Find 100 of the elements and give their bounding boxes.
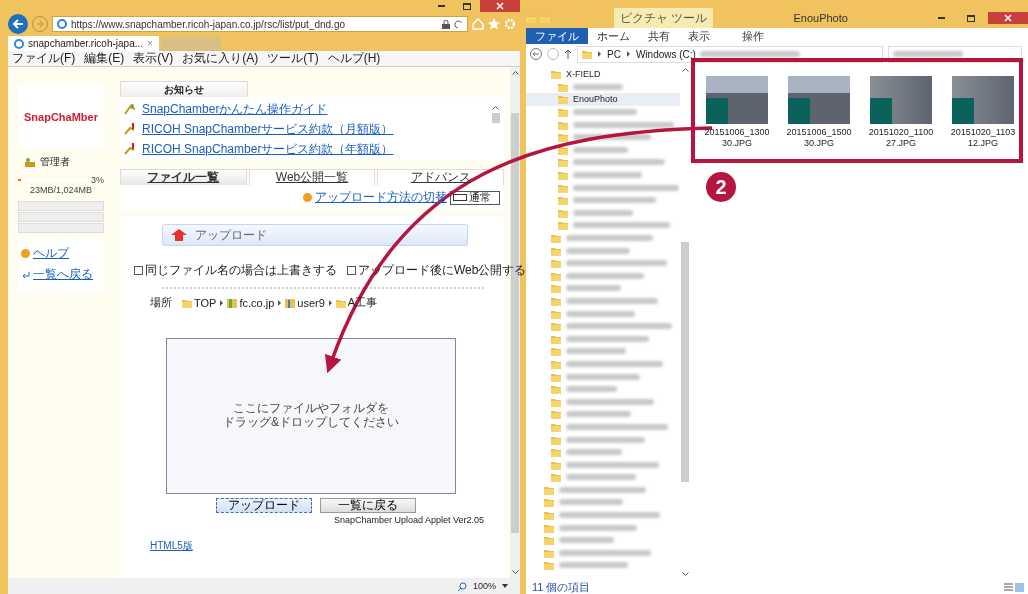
folder-icon [544,497,554,508]
browser-tab[interactable]: snapchamber.ricoh-japa... × [8,36,159,51]
folder-icon [544,535,554,546]
sidebar-link[interactable]: 一覧へ戻る [33,266,93,283]
scroll-up-icon[interactable] [681,67,689,72]
folder-icon [551,421,561,432]
html5-link[interactable]: HTML5版 [150,539,193,553]
close-icon [1004,14,1012,22]
pointing-figure-icon [124,103,136,115]
scrollbar-thumb[interactable] [491,113,500,123]
close-button[interactable] [480,0,520,12]
blurred-label [573,209,633,216]
folder-icon [551,409,561,420]
notice-link[interactable]: SnapChamberかんたん操作ガイド [142,100,328,118]
folder-icon [551,270,561,281]
refresh-icon[interactable] [454,19,463,29]
menu-item[interactable]: 表示(V) [133,50,174,67]
file-item[interactable]: 20151006_130030.JPG [704,76,770,149]
address-field[interactable]: https://www.snapchamber.ricoh-japan.co.jp/rsc/list/put_dnd.go [52,16,468,32]
breadcrumb-item[interactable]: fc.co.jp [239,296,275,309]
ribbon-tab[interactable]: ファイル [526,28,588,44]
help-icon [303,193,312,202]
logo: SnapChaMber [18,85,104,149]
notice-link[interactable]: RICOH SnapChamberサービス約款（年額版） [142,140,394,158]
folder-icon [551,371,561,382]
folder-icon [558,119,568,130]
content-tab[interactable]: アドバンス [377,169,504,185]
close-icon [496,2,504,10]
breadcrumb-item[interactable]: TOP [194,296,217,309]
folder-icon [558,195,568,206]
folder-icon [558,157,568,168]
close-button[interactable] [988,12,1028,24]
folder-icon [551,308,561,319]
menu-item[interactable]: ファイル(F) [12,50,76,67]
building-folder-icon [227,297,238,308]
folder-icon [558,220,568,231]
zoom-level[interactable]: 100% [472,581,496,591]
blurred-label [559,499,623,506]
folder-icon [551,233,561,243]
version-text: SnapChamber Upload Applet Ver2.05 [333,515,484,525]
folder-icon [551,258,561,269]
scroll-down-icon[interactable] [511,570,519,575]
keyboard-icon [453,194,467,201]
dropdown-icon[interactable] [502,584,508,588]
folder-icon [551,396,561,407]
upload-arrow-icon [171,229,187,241]
thumbnail-view-icon[interactable] [1015,582,1024,592]
menu-item[interactable]: お気に入り(A) [182,50,259,67]
blurred-label [566,285,621,292]
folder-icon [544,560,554,571]
return-arrow-icon [21,270,30,279]
tree-item[interactable]: EnouPhoto [526,93,680,106]
checkbox-option[interactable]: 同じファイル名の場合は上書きする [134,262,337,279]
file-item[interactable]: 20151020_110312.JPG [950,76,1016,149]
folder-icon [558,170,568,181]
up-arrow-icon[interactable] [564,49,572,59]
menu-item[interactable]: ヘルプ(H) [327,50,381,67]
storage-usage: 23MB/1,024MB [29,185,92,195]
folder-icon [558,144,568,155]
scroll-up-icon[interactable] [492,105,499,110]
search-field[interactable] [888,45,1022,63]
item-count: 11 個の項目 [532,579,591,594]
back-button[interactable] [530,48,542,60]
folder-icon [335,297,346,308]
location-label: 場所 [150,295,173,310]
blurred-label [566,474,636,481]
back-button[interactable] [8,14,28,34]
sidebar-link[interactable]: ヘルプ [33,245,69,262]
drop-zone[interactable]: ここにファイルやフォルダを ドラッグ&ドロップしてください [166,338,456,494]
folder-icon [551,459,561,470]
user-folder-icon [285,297,296,308]
menu-item[interactable]: 編集(E) [84,50,125,67]
blurred-label [566,348,626,355]
back-arrow-icon [12,18,24,30]
folder-icon [582,49,592,59]
tab-close-button[interactable]: × [147,38,153,49]
scroll-up-icon[interactable] [511,70,519,75]
tree-item[interactable]: X-FIELD [526,68,680,81]
new-folder-icon [540,13,550,23]
content-tab[interactable]: ファイル一覧 [120,169,247,185]
upload-header: アップロード [162,224,468,246]
context-tab-header: ピクチャ ツール [614,8,714,28]
scroll-down-icon[interactable] [681,572,689,577]
folder-icon [544,522,554,533]
notice-tab[interactable]: お知らせ [120,81,248,97]
folder-icon [551,296,561,306]
file-item[interactable]: 20151006_150030.JPG [786,76,852,149]
file-item[interactable]: 20151020_110027.JPG [868,76,934,149]
menu-item[interactable]: ツール(T) [267,50,319,67]
blurred-label [566,449,622,456]
notice-link[interactable]: RICOH SnapChamberサービス約款（月額版） [142,120,394,138]
folder-icon [558,81,568,92]
address-bar[interactable]: PC Windows (C:) [577,45,883,63]
mode-button[interactable]: 通常 [450,190,500,205]
folder-icon [551,69,561,80]
breadcrumb-item[interactable]: user9 [297,296,325,309]
form-button[interactable]: 一覧に戻る [320,498,416,513]
window-title: EnouPhoto [792,12,849,24]
content-tab[interactable]: Web公開一覧 [248,169,376,185]
form-button[interactable]: アップロード [216,498,312,513]
